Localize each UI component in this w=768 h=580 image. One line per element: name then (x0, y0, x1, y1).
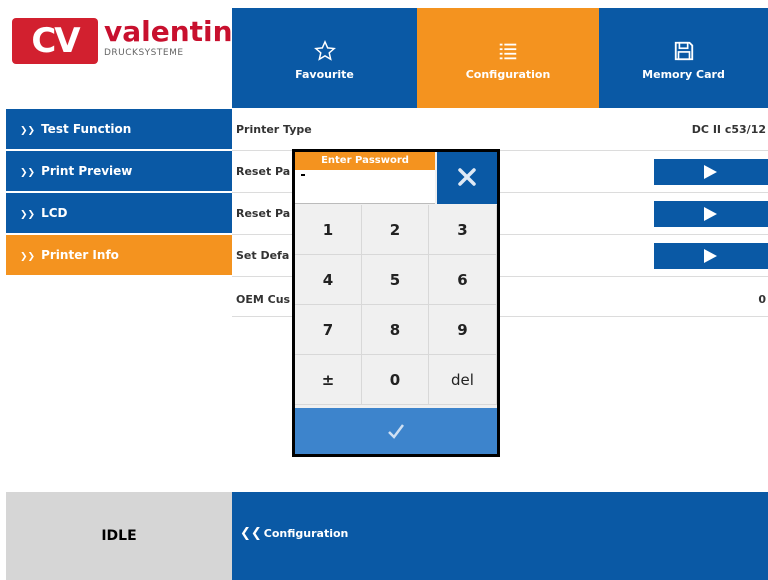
logo-brand: valentin (104, 15, 233, 48)
sidebar-item-label: Printer Info (41, 248, 119, 262)
play-icon (704, 249, 717, 263)
logo-mark: CV (12, 18, 98, 64)
close-icon (458, 168, 476, 186)
sidebar-item-lcd[interactable]: ❯❯ LCD (6, 193, 232, 233)
key-7[interactable]: 7 (295, 305, 362, 355)
execute-button[interactable] (654, 159, 768, 185)
logo: CV valentin DRUCKSYSTEME (6, 8, 233, 108)
confirm-button[interactable] (295, 408, 497, 454)
key-2[interactable]: 2 (362, 205, 429, 255)
row-printer-type: Printer Type DC II c53/12 (232, 109, 768, 151)
tab-favourite-label: Favourite (295, 68, 354, 81)
sidebar-item-printer-info[interactable]: ❯❯ Printer Info (6, 235, 232, 275)
double-chevron-left-icon: ❮❮ (240, 526, 262, 541)
double-chevron-right-icon: ❯❯ (20, 168, 36, 178)
password-dialog: Enter Password 1 2 3 4 5 6 7 8 9 ± 0 del (292, 149, 500, 457)
double-chevron-right-icon: ❯❯ (20, 252, 36, 262)
row-label: OEM Cus (236, 293, 291, 306)
key-1[interactable]: 1 (295, 205, 362, 255)
sidebar-item-label: Print Preview (41, 164, 133, 178)
sidebar-item-label: Test Function (41, 122, 132, 136)
logo-subtitle: DRUCKSYSTEME (104, 48, 184, 58)
double-chevron-right-icon: ❯❯ (20, 210, 36, 220)
key-4[interactable]: 4 (295, 255, 362, 305)
row-label: Set Defa (236, 249, 290, 262)
tab-favourite[interactable]: Favourite (232, 8, 417, 108)
text-cursor (301, 174, 305, 176)
key-5[interactable]: 5 (362, 255, 429, 305)
double-chevron-right-icon: ❯❯ (20, 126, 36, 136)
save-icon (674, 41, 693, 61)
list-icon (499, 43, 517, 60)
sidebar-item-label: LCD (41, 206, 68, 220)
star-icon (313, 40, 336, 61)
back-button[interactable]: ❮❮ Configuration (240, 526, 348, 541)
key-9[interactable]: 9 (429, 305, 497, 355)
play-icon (704, 165, 717, 179)
key-3[interactable]: 3 (429, 205, 497, 255)
key-plus-minus[interactable]: ± (295, 355, 362, 405)
bottom-bar: ❮❮ Configuration (232, 492, 768, 580)
password-input[interactable] (295, 170, 435, 204)
tab-configuration-label: Configuration (465, 68, 551, 81)
execute-button[interactable] (654, 243, 768, 269)
play-icon (704, 207, 717, 221)
back-label: Configuration (263, 527, 349, 540)
row-label: Reset Pa (236, 165, 291, 178)
row-label: Reset Pa (236, 207, 291, 220)
key-8[interactable]: 8 (362, 305, 429, 355)
checkmark-icon (388, 424, 404, 439)
key-0[interactable]: 0 (362, 355, 429, 405)
tab-configuration[interactable]: Configuration (417, 8, 599, 108)
tab-memory-card[interactable]: Memory Card (599, 8, 768, 108)
close-button[interactable] (437, 152, 497, 204)
sidebar-item-print-preview[interactable]: ❯❯ Print Preview (6, 151, 232, 191)
row-value: 0 (758, 293, 766, 306)
key-delete[interactable]: del (429, 355, 497, 405)
password-dialog-body: Enter Password 1 2 3 4 5 6 7 8 9 ± 0 del (295, 152, 497, 454)
row-value: DC II c53/12 (691, 123, 766, 136)
execute-button[interactable] (654, 201, 768, 227)
row-label: Printer Type (236, 123, 312, 136)
tab-memory-card-label: Memory Card (642, 68, 725, 81)
sidebar-item-test-function[interactable]: ❯❯ Test Function (6, 109, 232, 149)
status-indicator: IDLE (6, 492, 232, 580)
key-6[interactable]: 6 (429, 255, 497, 305)
screen: CV valentin DRUCKSYSTEME Favourite Confi… (6, 8, 768, 580)
dialog-title: Enter Password (295, 152, 435, 170)
